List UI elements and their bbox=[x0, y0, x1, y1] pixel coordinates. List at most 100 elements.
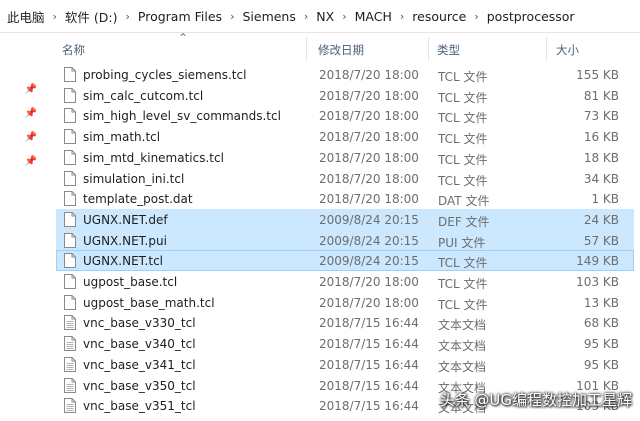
file-row[interactable]: sim_calc_cutcom.tcl 2018/7/20 18:00 TCL 文件… bbox=[56, 85, 634, 106]
file-size: 24 KB bbox=[583, 212, 619, 227]
file-size: 13 KB bbox=[583, 295, 619, 310]
file-type: DAT 文件 bbox=[438, 194, 490, 209]
chevron-right-icon[interactable]: › bbox=[395, 10, 409, 23]
sort-ascending-icon: ⌃ bbox=[178, 31, 189, 45]
file-row[interactable]: sim_math.tcl 2018/7/20 18:00 TCL 文件 16 KB bbox=[56, 126, 634, 147]
breadcrumb[interactable]: 此电脑 › 软件 (D:) › Program Files › Siemens › NX › MAC… bbox=[0, 0, 640, 33]
file-name: ugpost_base.tcl bbox=[83, 275, 178, 289]
file-name: simulation_ini.tcl bbox=[83, 171, 185, 186]
chevron-right-icon[interactable]: › bbox=[337, 10, 351, 23]
file-type: TCL 文件 bbox=[438, 256, 488, 271]
file-modified-date: 2018/7/15 16:44 bbox=[319, 378, 419, 393]
file-name: UGNX.NET.pui bbox=[83, 233, 167, 248]
tcl-file-icon bbox=[64, 87, 76, 103]
breadcrumb-item[interactable]: Siemens bbox=[239, 9, 298, 24]
breadcrumb-item[interactable]: MACH bbox=[352, 9, 395, 24]
file-size: 34 KB bbox=[583, 171, 619, 186]
file-row[interactable]: vnc_base_v330_tcl 2018/7/15 16:44 文本文档 68 K… bbox=[56, 312, 634, 333]
file-name: vnc_base_v341_tcl bbox=[83, 357, 196, 372]
file-modified-date: 2009/8/24 20:15 bbox=[319, 212, 419, 227]
column-divider[interactable] bbox=[306, 37, 307, 61]
file-type: DEF 文件 bbox=[438, 214, 490, 229]
breadcrumb-item[interactable]: Program Files bbox=[135, 9, 225, 24]
column-header-date[interactable]: 修改日期 bbox=[318, 42, 364, 58]
file-type: 文本文档 bbox=[438, 318, 487, 333]
pin-icon[interactable]: 📌 bbox=[24, 107, 38, 121]
column-divider[interactable] bbox=[428, 37, 429, 61]
tcl-file-icon bbox=[64, 274, 76, 289]
file-type: TCL 文件 bbox=[438, 173, 488, 188]
file-name: sim_math.tcl bbox=[83, 130, 161, 145]
file-type: 文本文档 bbox=[438, 339, 487, 354]
file-modified-date: 2018/7/20 18:00 bbox=[319, 171, 419, 186]
file-modified-date: 2018/7/15 16:44 bbox=[319, 337, 419, 352]
breadcrumb-item[interactable]: 此电脑 bbox=[4, 7, 48, 26]
chevron-right-icon[interactable]: › bbox=[48, 10, 62, 23]
breadcrumb-item[interactable]: 软件 (D:) bbox=[62, 7, 121, 26]
file-row[interactable]: sim_high_level_sv_commands.tcl 2018/7/20 … bbox=[56, 105, 634, 126]
tcl-file-icon bbox=[64, 67, 76, 82]
def-file-icon bbox=[64, 211, 76, 227]
breadcrumb-item[interactable]: NX bbox=[313, 9, 337, 24]
pui-file-icon bbox=[64, 232, 76, 248]
file-row[interactable]: ugpost_base.tcl 2018/7/20 18:00 TCL 文件 103 … bbox=[56, 271, 634, 292]
file-name: sim_high_level_sv_commands.tcl bbox=[83, 109, 281, 124]
file-modified-date: 2018/7/20 18:00 bbox=[319, 295, 419, 310]
file-size: 1 KB bbox=[591, 192, 619, 207]
file-row[interactable]: probing_cycles_siemens.tcl 2018/7/20 18:0… bbox=[56, 64, 634, 85]
file-row[interactable]: simulation_ini.tcl 2018/7/20 18:00 TCL 文件 3… bbox=[56, 168, 634, 189]
file-row[interactable]: UGNX.NET.def 2009/8/24 20:15 DEF 文件 24 KB bbox=[56, 208, 634, 230]
column-header-name[interactable]: 名称 bbox=[62, 42, 85, 58]
file-name: UGNX.NET.def bbox=[83, 212, 168, 227]
file-size: 18 KB bbox=[583, 150, 619, 165]
file-modified-date: 2018/7/20 18:00 bbox=[319, 68, 419, 82]
file-modified-date: 2009/8/24 20:15 bbox=[319, 233, 419, 248]
file-modified-date: 2018/7/20 18:00 bbox=[319, 109, 419, 124]
text-document-icon bbox=[64, 315, 76, 331]
column-divider[interactable] bbox=[546, 37, 547, 61]
tcl-file-icon bbox=[64, 129, 76, 145]
file-size: 73 KB bbox=[583, 109, 619, 124]
breadcrumb-item[interactable]: postprocessor bbox=[484, 9, 578, 24]
file-name: ugpost_base_math.tcl bbox=[83, 295, 215, 310]
file-row[interactable]: vnc_base_v340_tcl 2018/7/15 16:44 文本文档 95 K… bbox=[56, 333, 634, 354]
file-modified-date: 2018/7/20 18:00 bbox=[319, 150, 419, 165]
file-type: 文本文档 bbox=[438, 359, 487, 374]
column-header-type[interactable]: 类型 bbox=[437, 42, 460, 58]
navigation-pane: 📌 📌 📌 📌 bbox=[0, 33, 48, 421]
file-name: template_post.dat bbox=[83, 192, 193, 207]
file-type: TCL 文件 bbox=[438, 90, 488, 105]
file-size: 95 KB bbox=[583, 357, 619, 372]
file-row[interactable]: template_post.dat 2018/7/20 18:00 DAT 文件 1 … bbox=[56, 188, 634, 209]
pin-icon[interactable]: 📌 bbox=[24, 83, 38, 97]
file-modified-date: 2018/7/15 16:44 bbox=[319, 357, 419, 372]
file-list[interactable]: ⌃ 名称 修改日期 类型 大小 probing_cycles_siemens.t… bbox=[48, 31, 640, 421]
file-row[interactable]: UGNX.NET.tcl 2009/8/24 20:15 TCL 文件 149 KB bbox=[56, 250, 634, 272]
file-type: TCL 文件 bbox=[438, 111, 488, 126]
file-name: vnc_base_v351_tcl bbox=[83, 399, 196, 414]
file-row[interactable]: sim_mtd_kinematics.tcl 2018/7/20 18:00 TCL… bbox=[56, 147, 634, 168]
pin-icon[interactable]: 📌 bbox=[24, 131, 38, 145]
file-type: TCL 文件 bbox=[438, 297, 488, 312]
file-type: PUI 文件 bbox=[438, 235, 486, 250]
file-modified-date: 2018/7/20 18:00 bbox=[319, 192, 419, 207]
tcl-file-icon bbox=[64, 149, 76, 165]
file-name: UGNX.NET.tcl bbox=[83, 254, 164, 269]
file-row[interactable]: ugpost_base_math.tcl 2018/7/20 18:00 TCL 文… bbox=[56, 292, 634, 313]
file-row[interactable]: vnc_base_v341_tcl 2018/7/15 16:44 文本文档 95 K… bbox=[56, 354, 634, 375]
file-row[interactable]: UGNX.NET.pui 2009/8/24 20:15 PUI 文件 57 KB bbox=[56, 229, 634, 251]
column-header-size[interactable]: 大小 bbox=[556, 42, 579, 58]
chevron-right-icon[interactable]: › bbox=[225, 10, 239, 23]
file-name: vnc_base_v350_tcl bbox=[83, 378, 196, 393]
dat-file-icon bbox=[64, 191, 76, 207]
chevron-right-icon[interactable]: › bbox=[299, 10, 313, 23]
chevron-right-icon[interactable]: › bbox=[121, 10, 135, 23]
file-size: 149 KB bbox=[576, 254, 619, 269]
tcl-file-icon bbox=[64, 253, 76, 269]
chevron-right-icon[interactable]: › bbox=[469, 10, 483, 23]
pin-icon[interactable]: 📌 bbox=[24, 155, 38, 169]
file-name: vnc_base_v340_tcl bbox=[83, 337, 196, 352]
file-name: sim_mtd_kinematics.tcl bbox=[83, 150, 224, 165]
breadcrumb-item[interactable]: resource bbox=[409, 9, 469, 24]
file-name: sim_calc_cutcom.tcl bbox=[83, 88, 204, 103]
